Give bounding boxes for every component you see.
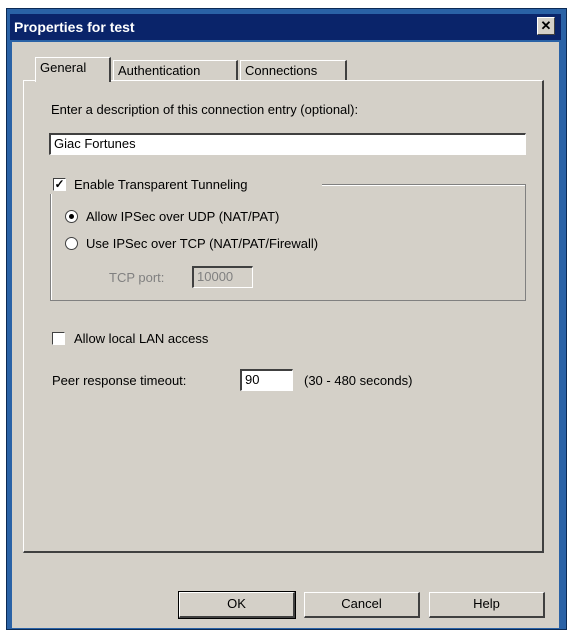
tab-authentication[interactable]: Authentication [113, 60, 238, 82]
peer-timeout-range: (30 - 480 seconds) [304, 373, 413, 388]
tab-connections-label: Connections [245, 63, 318, 78]
close-button[interactable]: ✕ [537, 17, 555, 35]
allow-local-lan-label: Allow local LAN access [74, 331, 209, 346]
enable-transparent-tunneling-checkbox[interactable]: ✓ [53, 178, 66, 191]
peer-timeout-label: Peer response timeout: [52, 373, 187, 388]
description-input[interactable]: Giac Fortunes [49, 133, 526, 155]
cancel-button[interactable]: Cancel [304, 592, 420, 618]
window-title: Properties for test [14, 19, 135, 35]
description-prompt: Enter a description of this connection e… [51, 102, 359, 117]
allow-local-lan-checkbox[interactable] [52, 332, 65, 345]
tab-general[interactable]: General [35, 57, 111, 82]
tab-general-label: General [40, 60, 87, 75]
radio-ipsec-tcp-label: Use IPSec over TCP (NAT/PAT/Firewall) [86, 236, 319, 251]
title-bar[interactable]: Properties for test ✕ [10, 14, 561, 40]
tab-authentication-label: Authentication [118, 63, 201, 78]
close-icon: ✕ [540, 18, 552, 33]
peer-timeout-input[interactable]: 90 [240, 369, 293, 391]
tab-connections[interactable]: Connections [240, 60, 347, 82]
radio-selected-dot [69, 214, 74, 219]
radio-ipsec-udp-label: Allow IPSec over UDP (NAT/PAT) [86, 209, 280, 224]
check-icon: ✓ [54, 177, 65, 191]
radio-ipsec-tcp[interactable] [65, 237, 78, 250]
tcp-port-label: TCP port: [109, 270, 165, 285]
radio-ipsec-udp[interactable] [65, 210, 78, 223]
ok-button[interactable]: OK [178, 591, 296, 619]
help-button[interactable]: Help [429, 592, 545, 618]
enable-transparent-tunneling-label: Enable Transparent Tunneling [74, 177, 248, 192]
tcp-port-input[interactable]: 10000 [192, 266, 253, 288]
